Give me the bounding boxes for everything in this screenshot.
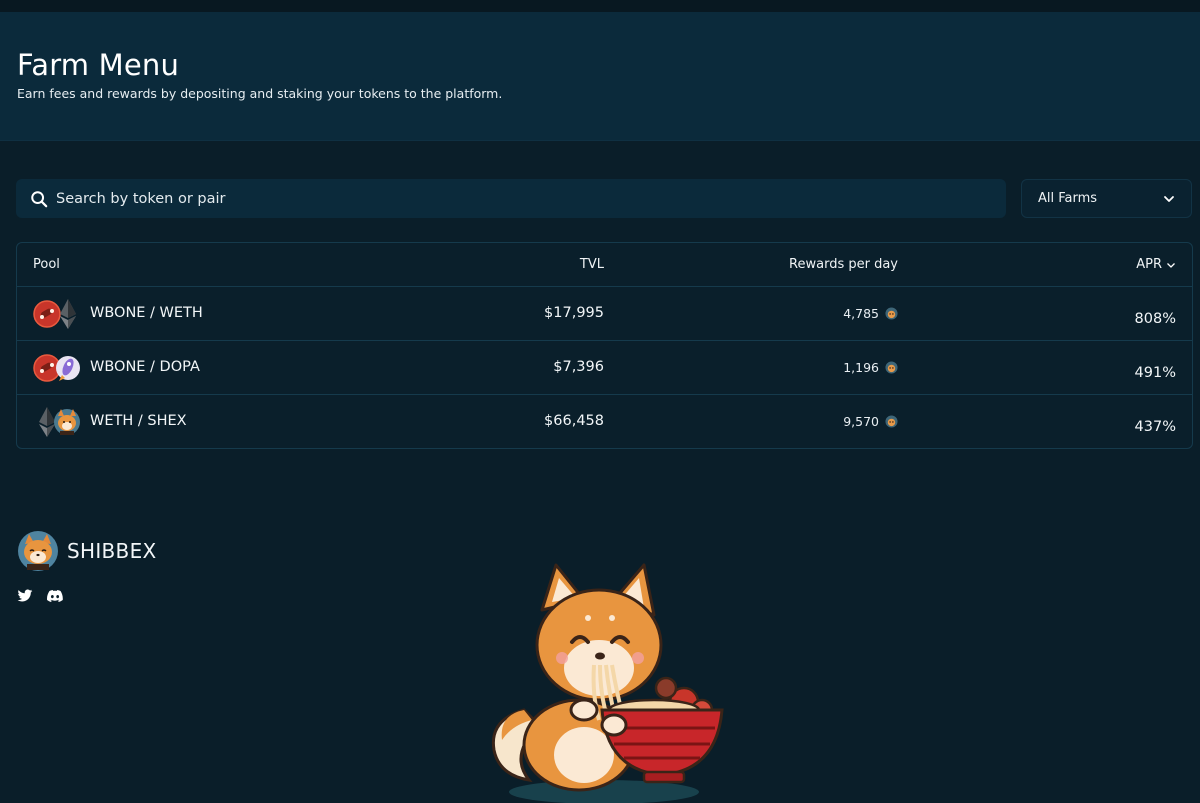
search-icon xyxy=(31,190,48,207)
discord-icon[interactable] xyxy=(47,589,63,603)
table-row[interactable]: WBONE / DOPA $7,396 1,196 491% xyxy=(17,341,1192,395)
reward-token-icon xyxy=(885,307,898,320)
pool-tvl: $66,458 xyxy=(544,413,604,429)
search-input[interactable] xyxy=(56,190,956,207)
pair-icons xyxy=(33,299,76,329)
twitter-icon[interactable] xyxy=(17,589,33,603)
pool-pair-name: WBONE / DOPA xyxy=(90,359,200,375)
pool-tvl: $17,995 xyxy=(544,305,604,321)
bone-token-icon xyxy=(33,300,61,328)
ethereum-icon xyxy=(60,299,76,329)
chevron-down-icon xyxy=(1164,195,1174,202)
shibbex-token-icon xyxy=(54,409,80,435)
page-title: Farm Menu xyxy=(17,48,180,82)
pair-icons xyxy=(33,354,80,382)
social-links xyxy=(17,589,63,603)
search-bar[interactable] xyxy=(16,179,1006,218)
pool-rewards: 9,570 xyxy=(843,414,898,429)
footer-brand[interactable]: SHIBBEX xyxy=(17,530,157,572)
pool-apr: 491% xyxy=(1134,365,1176,381)
pool-pair-name: WBONE / WETH xyxy=(90,305,203,321)
column-header-apr[interactable]: APR xyxy=(1136,257,1176,272)
sort-chevron-icon xyxy=(1167,262,1175,268)
farms-table: Pool TVL Rewards per day APR WBONE / WET… xyxy=(16,242,1193,449)
pool-rewards-value: 1,196 xyxy=(843,360,879,375)
farm-filter-dropdown[interactable]: All Farms xyxy=(1021,179,1192,218)
top-bar xyxy=(0,0,1200,12)
column-header-tvl[interactable]: TVL xyxy=(580,257,604,272)
shiba-ramen-mascot-image xyxy=(491,563,724,803)
table-row[interactable]: WETH / SHEX $66,458 9,570 437% xyxy=(17,395,1192,448)
pool-apr: 437% xyxy=(1134,419,1176,435)
pair-icons xyxy=(39,407,80,437)
pool-rewards: 1,196 xyxy=(843,360,898,375)
pool-rewards: 4,785 xyxy=(843,306,898,321)
farm-filter-selected: All Farms xyxy=(1038,191,1098,206)
pool-tvl: $7,396 xyxy=(553,359,604,375)
column-header-pool: Pool xyxy=(33,257,60,272)
page-header: Farm Menu Earn fees and rewards by depos… xyxy=(0,12,1200,141)
pool-pair-name: WETH / SHEX xyxy=(90,413,187,429)
pool-apr: 808% xyxy=(1134,311,1176,327)
column-header-rewards[interactable]: Rewards per day xyxy=(789,257,898,272)
ethereum-icon xyxy=(39,407,55,437)
pool-rewards-value: 4,785 xyxy=(843,306,879,321)
table-header: Pool TVL Rewards per day APR xyxy=(17,243,1192,287)
page-subtitle: Earn fees and rewards by depositing and … xyxy=(17,86,503,101)
reward-token-icon xyxy=(885,361,898,374)
dopa-rocket-icon xyxy=(56,356,80,381)
brand-name: SHIBBEX xyxy=(67,539,157,563)
column-header-apr-label: APR xyxy=(1136,257,1162,272)
shibbex-logo-icon xyxy=(18,531,58,571)
reward-token-icon xyxy=(885,415,898,428)
pool-rewards-value: 9,570 xyxy=(843,414,879,429)
table-row[interactable]: WBONE / WETH $17,995 4,785 808% xyxy=(17,287,1192,341)
